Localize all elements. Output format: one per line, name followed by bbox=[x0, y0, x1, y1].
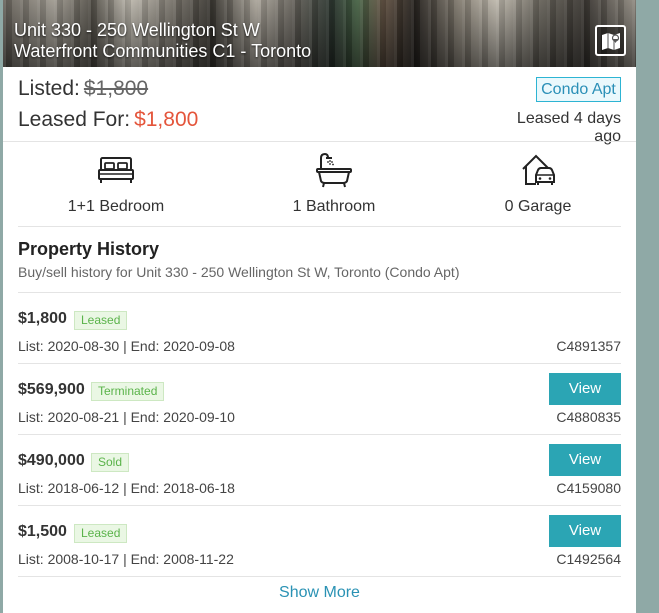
history-row: $490,000 Sold View List: 2018-06-12 | En… bbox=[18, 442, 621, 512]
divider bbox=[18, 292, 621, 293]
property-history-title: Property History bbox=[18, 239, 160, 259]
view-button[interactable]: View bbox=[549, 444, 621, 476]
divider bbox=[18, 226, 621, 227]
status-badge: Leased bbox=[74, 311, 128, 330]
feature-garage: 0 Garage bbox=[468, 152, 608, 216]
bathtub-icon bbox=[316, 152, 352, 188]
status-badge: Sold bbox=[91, 453, 130, 472]
feature-bathrooms: 1 Bathroom bbox=[264, 152, 404, 216]
listing-photo-header: Unit 330 - 250 Wellington St W Waterfron… bbox=[3, 0, 636, 67]
bedroom-count: 1+1 Bedroom bbox=[67, 198, 165, 215]
history-row: $569,900 Terminated View List: 2020-08-2… bbox=[18, 371, 621, 441]
history-dates: List: 2008-10-17 | End: 2008-11-22 bbox=[18, 551, 234, 567]
history-price: $1,500 bbox=[18, 523, 67, 540]
status-badge: Terminated bbox=[91, 382, 165, 401]
garage-count: 0 Garage bbox=[504, 198, 572, 215]
listing-card: Unit 330 - 250 Wellington St W Waterfron… bbox=[3, 0, 636, 613]
history-price: $569,900 bbox=[18, 381, 85, 398]
feature-bedrooms: 1+1 Bedroom bbox=[46, 152, 186, 216]
bed-icon bbox=[98, 157, 134, 183]
map-button[interactable] bbox=[595, 25, 626, 56]
mls-number: C4159080 bbox=[556, 480, 621, 496]
leased-label: Leased For: bbox=[18, 108, 131, 131]
listed-price-line: Listed: $1,800 bbox=[18, 77, 148, 101]
property-history-subtitle: Buy/sell history for Unit 330 - 250 Well… bbox=[18, 264, 460, 280]
leased-price-line: Leased For: $1,800 bbox=[18, 108, 198, 132]
divider bbox=[18, 434, 621, 435]
history-price: $490,000 bbox=[18, 452, 85, 469]
garage-icon bbox=[522, 154, 555, 185]
leased-price: $1,800 bbox=[134, 108, 199, 131]
listed-label: Listed: bbox=[18, 77, 80, 100]
view-button[interactable]: View bbox=[549, 373, 621, 405]
address-line-2: Waterfront Communities C1 - Toronto bbox=[14, 41, 312, 61]
address-line-1: Unit 330 - 250 Wellington St W bbox=[14, 20, 260, 40]
status-badge: Leased bbox=[74, 524, 128, 543]
property-type-badge: Condo Apt bbox=[536, 77, 621, 102]
mls-number: C1492564 bbox=[556, 551, 621, 567]
bathroom-count: 1 Bathroom bbox=[292, 198, 376, 215]
divider bbox=[18, 505, 621, 506]
show-more-link[interactable]: Show More bbox=[3, 584, 636, 602]
divider bbox=[18, 363, 621, 364]
map-icon bbox=[601, 32, 620, 50]
mls-number: C4880835 bbox=[556, 409, 621, 425]
history-dates: List: 2020-08-21 | End: 2020-09-10 bbox=[18, 409, 235, 425]
history-dates: List: 2020-08-30 | End: 2020-09-08 bbox=[18, 338, 235, 354]
divider bbox=[18, 576, 621, 577]
history-row: $1,500 Leased View List: 2008-10-17 | En… bbox=[18, 513, 621, 583]
listed-price: $1,800 bbox=[83, 77, 149, 100]
history-row: $1,800 Leased List: 2020-08-30 | End: 20… bbox=[18, 300, 621, 370]
view-button[interactable]: View bbox=[549, 515, 621, 547]
divider bbox=[3, 141, 636, 142]
mls-number: C4891357 bbox=[556, 338, 621, 354]
history-price: $1,800 bbox=[18, 310, 67, 327]
history-dates: List: 2018-06-12 | End: 2018-06-18 bbox=[18, 480, 235, 496]
